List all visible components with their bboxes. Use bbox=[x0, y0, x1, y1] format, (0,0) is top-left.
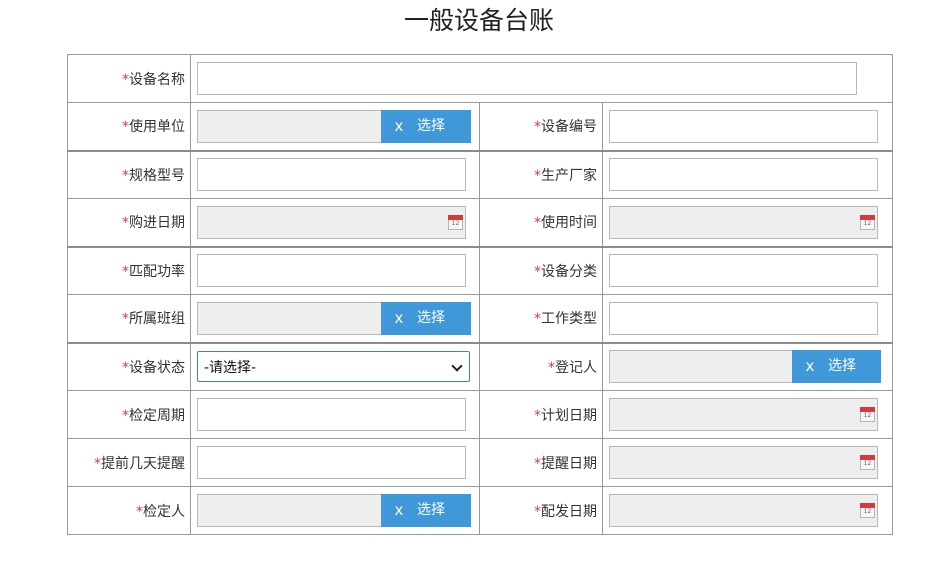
remind-days-ahead-label: *提前几天提醒 bbox=[67, 438, 191, 487]
device-ledger-form: *设备名称 *使用单位 x 选择 *设备编号 *规格型号 *生产厂家 *购进日期 bbox=[67, 54, 894, 535]
spec-model-input[interactable] bbox=[197, 158, 466, 192]
inspector-select-button[interactable]: 选择 bbox=[417, 494, 471, 527]
device-category-input[interactable] bbox=[609, 254, 878, 288]
purchase-date-label: *购进日期 bbox=[67, 198, 191, 247]
inspection-cycle-label: *检定周期 bbox=[67, 390, 191, 439]
form-row: *检定周期 *计划日期 12 bbox=[67, 390, 894, 439]
registrant-label: *登记人 bbox=[479, 341, 603, 391]
issue-date-label: *配发日期 bbox=[479, 486, 603, 535]
spec-model-label: *规格型号 bbox=[67, 149, 191, 199]
calendar-icon[interactable]: 12 bbox=[860, 214, 875, 230]
manufacturer-label: *生产厂家 bbox=[479, 149, 603, 199]
matched-power-label: *匹配功率 bbox=[67, 245, 191, 295]
work-type-cell bbox=[601, 294, 894, 343]
form-row: *提前几天提醒 *提醒日期 12 bbox=[67, 438, 894, 487]
usage-time-label: *使用时间 bbox=[479, 198, 603, 247]
issue-date-cell: 12 bbox=[601, 486, 894, 535]
form-row: *使用单位 x 选择 *设备编号 bbox=[67, 102, 894, 151]
plan-date-input[interactable]: 12 bbox=[609, 398, 878, 431]
work-type-label: *工作类型 bbox=[479, 294, 603, 343]
inspector-clear-button[interactable]: x bbox=[381, 494, 417, 527]
inspector-cell: x 选择 bbox=[190, 486, 480, 535]
device-code-label: *设备编号 bbox=[479, 102, 603, 151]
inspector-label: *检定人 bbox=[67, 486, 191, 535]
usage-time-cell: 12 bbox=[601, 198, 894, 247]
team-select-button[interactable]: 选择 bbox=[417, 301, 471, 335]
usage-time-input[interactable]: 12 bbox=[609, 205, 878, 239]
team-input[interactable] bbox=[197, 301, 381, 335]
registrant-select-button[interactable]: 选择 bbox=[828, 350, 881, 384]
form-row: *设备状态 -请选择- *登记人 x 选择 bbox=[67, 341, 894, 391]
device-category-cell bbox=[601, 245, 894, 295]
inspection-cycle-input[interactable] bbox=[197, 398, 466, 431]
remind-days-ahead-input[interactable] bbox=[197, 446, 466, 479]
form-row: *匹配功率 *设备分类 bbox=[67, 245, 894, 295]
plan-date-cell: 12 bbox=[601, 390, 894, 439]
registrant-input[interactable] bbox=[609, 350, 792, 384]
calendar-icon[interactable]: 12 bbox=[860, 407, 875, 422]
device-name-cell bbox=[189, 54, 894, 103]
issue-date-input[interactable]: 12 bbox=[609, 494, 878, 527]
calendar-icon[interactable]: 12 bbox=[860, 503, 875, 518]
device-code-cell bbox=[601, 102, 894, 151]
device-status-label: *设备状态 bbox=[67, 341, 191, 391]
using-unit-select-button[interactable]: 选择 bbox=[417, 109, 471, 143]
using-unit-input[interactable] bbox=[197, 109, 381, 143]
device-status-select[interactable]: -请选择- bbox=[197, 351, 470, 383]
remind-date-input[interactable]: 12 bbox=[609, 446, 878, 479]
team-picker: x 选择 bbox=[197, 301, 473, 335]
using-unit-picker: x 选择 bbox=[197, 109, 473, 143]
form-row: *所属班组 x 选择 *工作类型 bbox=[67, 294, 894, 343]
manufacturer-cell bbox=[601, 149, 894, 199]
manufacturer-input[interactable] bbox=[609, 158, 878, 192]
calendar-icon[interactable]: 12 bbox=[448, 214, 463, 230]
spec-model-cell bbox=[190, 149, 480, 199]
inspector-picker: x 选择 bbox=[197, 494, 473, 527]
device-status-cell: -请选择- bbox=[190, 341, 480, 391]
chevron-down-icon bbox=[451, 361, 463, 373]
device-category-label: *设备分类 bbox=[479, 245, 603, 295]
purchase-date-input[interactable]: 12 bbox=[197, 205, 466, 239]
form-row: *规格型号 *生产厂家 bbox=[67, 149, 894, 199]
calendar-icon[interactable]: 12 bbox=[860, 455, 875, 470]
page-title: 一般设备台账 bbox=[403, 6, 554, 35]
form-row: *检定人 x 选择 *配发日期 12 bbox=[67, 486, 894, 535]
matched-power-cell bbox=[190, 245, 480, 295]
team-clear-button[interactable]: x bbox=[381, 301, 417, 335]
registrant-clear-button[interactable]: x bbox=[792, 350, 828, 384]
remind-date-cell: 12 bbox=[601, 438, 894, 487]
inspection-cycle-cell bbox=[190, 390, 480, 439]
purchase-date-cell: 12 bbox=[190, 198, 480, 247]
using-unit-cell: x 选择 bbox=[190, 102, 480, 151]
inspector-input[interactable] bbox=[197, 494, 381, 527]
matched-power-input[interactable] bbox=[197, 254, 466, 288]
team-label: *所属班组 bbox=[67, 294, 191, 343]
team-cell: x 选择 bbox=[190, 294, 480, 343]
remind-days-ahead-cell bbox=[190, 438, 480, 487]
device-name-label: *设备名称 bbox=[67, 54, 191, 103]
device-name-input[interactable] bbox=[197, 62, 857, 95]
using-unit-label: *使用单位 bbox=[67, 102, 191, 151]
form-row: *购进日期 12 *使用时间 12 bbox=[67, 198, 894, 247]
registrant-picker: x 选择 bbox=[609, 350, 886, 384]
plan-date-label: *计划日期 bbox=[479, 390, 603, 439]
work-type-input[interactable] bbox=[609, 301, 878, 335]
remind-date-label: *提醒日期 bbox=[479, 438, 603, 487]
using-unit-clear-button[interactable]: x bbox=[381, 109, 417, 143]
device-code-input[interactable] bbox=[609, 109, 878, 143]
registrant-cell: x 选择 bbox=[601, 341, 894, 391]
device-status-selected-value: -请选择- bbox=[204, 359, 257, 376]
form-row: *设备名称 bbox=[67, 54, 894, 103]
